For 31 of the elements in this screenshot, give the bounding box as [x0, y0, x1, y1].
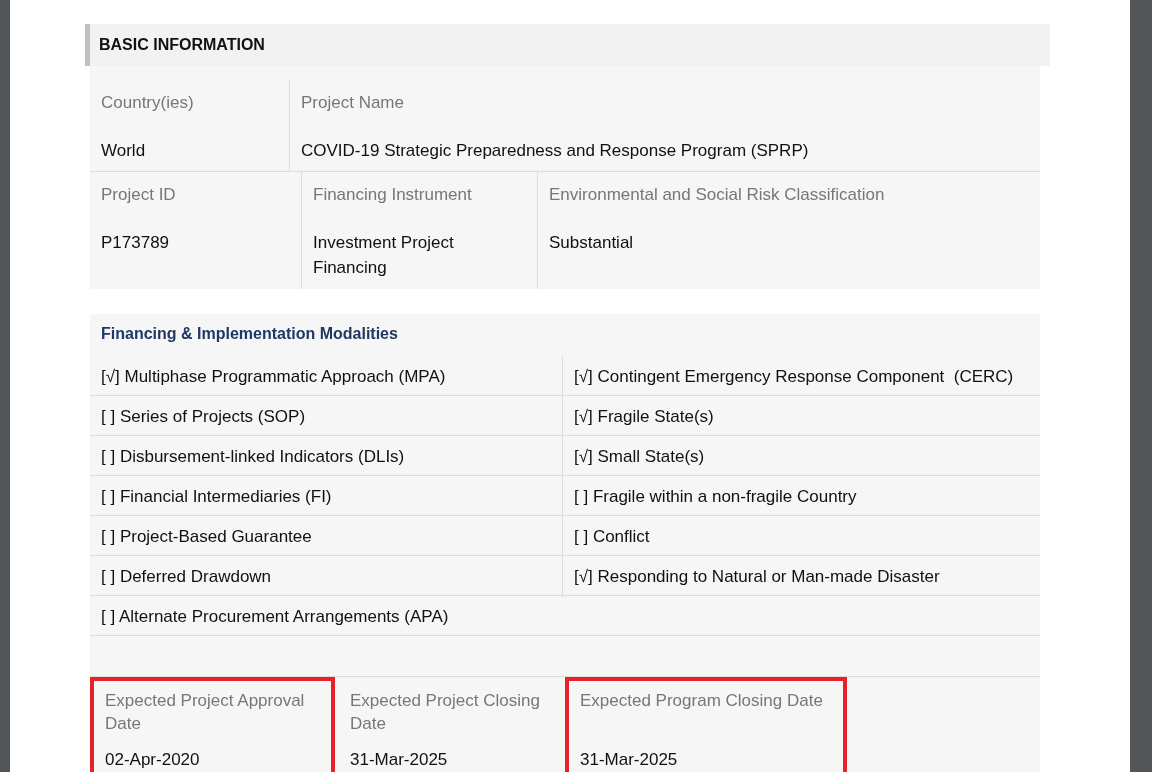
field-label: Project ID [101, 184, 177, 206]
date-value: 31-Mar-2025 [580, 748, 679, 771]
modality-item: [ ] Disbursement-linked Indicators (DLIs) [90, 435, 563, 477]
modality-item: [ ] Conflict [573, 525, 651, 548]
field-label: Project Name [301, 92, 405, 114]
date-value: 02-Apr-2020 [105, 748, 201, 771]
modality-item: [ ] Series of Projects (SOP) [90, 395, 563, 437]
modality-item: [ ] Fragile within a non-fragile Country [573, 485, 858, 508]
field-label: Financing Instrument [313, 184, 473, 206]
field-label: Environmental and Social Risk Classification [549, 184, 886, 206]
date-label: Expected Program Closing Date [580, 689, 824, 712]
modality-item: [√] Contingent Emergency Response Component (CERC) [573, 365, 1015, 388]
modality-item: [√] Multiphase Programmatic Approach (MPA) [90, 355, 563, 397]
field-value: World [101, 139, 147, 162]
field-value: Investment Project Financing [313, 231, 455, 279]
modality-item: [√] Responding to Natural or Man-made Disaster [573, 565, 941, 588]
field-value: Substantial [549, 231, 635, 254]
field-value: COVID-19 Strategic Preparedness and Response Program (SPRP) [301, 139, 810, 162]
date-label: Expected Project Approval Date [105, 689, 306, 736]
section-title: BASIC INFORMATION [85, 24, 1050, 66]
field-value: P173789 [101, 231, 171, 254]
modality-item: [√] Small State(s) [573, 445, 706, 468]
modality-item: [ ] Alternate Procurement Arrangements (APA) [100, 605, 450, 628]
date-label: Expected Project Closing Date [350, 689, 541, 736]
field-label: Country(ies) [101, 92, 195, 114]
modality-item: [ ] Deferred Drawdown [90, 555, 563, 597]
modality-item: [ ] Project-Based Guarantee [90, 515, 563, 557]
date-value: 31-Mar-2025 [350, 748, 449, 771]
modalities-title: Financing & Implementation Modalities [100, 323, 399, 344]
modality-item: [ ] Financial Intermediaries (FI) [90, 475, 563, 517]
modality-item: [√] Fragile State(s) [573, 405, 715, 428]
